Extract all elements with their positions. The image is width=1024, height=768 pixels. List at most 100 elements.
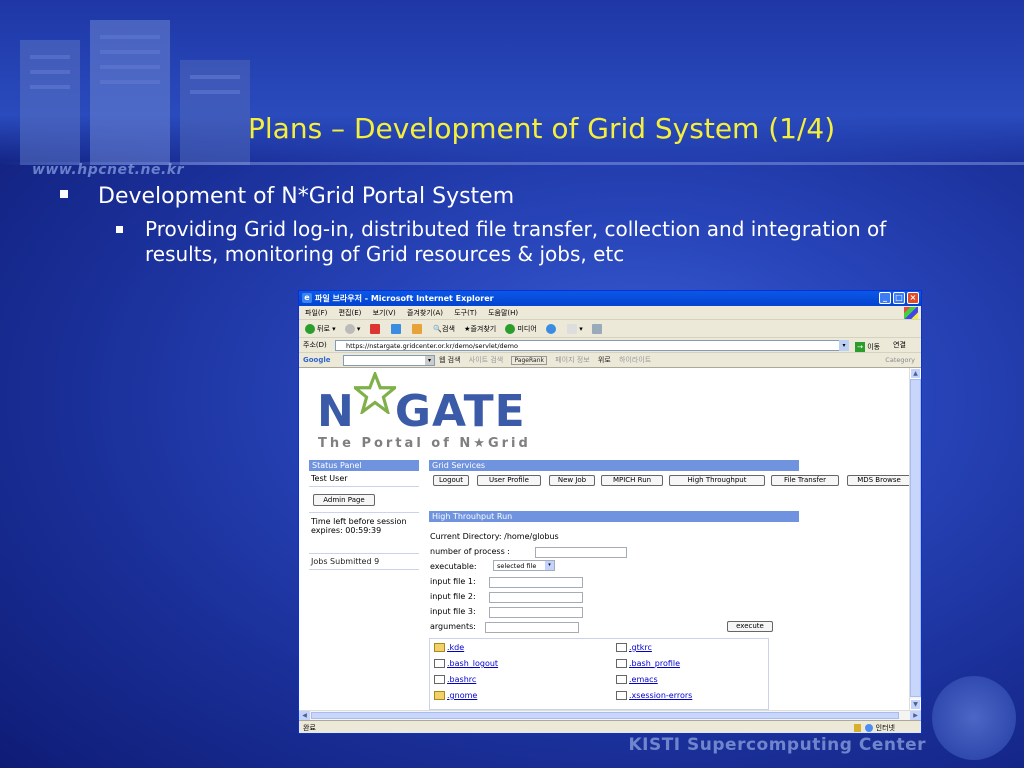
input-file-1-input[interactable] (489, 577, 583, 588)
google-search-input[interactable] (343, 355, 435, 366)
mpich-run-button[interactable]: MPICH Run (601, 475, 663, 486)
print-icon (592, 324, 602, 334)
file-list: .kde .gtkrc .bash_logout .bash_profile .… (429, 638, 769, 710)
menu-file[interactable]: 파일(F) (305, 309, 327, 317)
home-icon (412, 324, 423, 334)
mail-button[interactable]: ▾ (567, 324, 583, 334)
input-file-3-label: input file 3: (430, 607, 476, 616)
back-icon (305, 324, 315, 334)
back-button[interactable]: 뒤로 ▾ (305, 324, 336, 334)
google-pagerank[interactable]: PageRank (511, 356, 547, 365)
category-label[interactable]: Category (885, 353, 915, 368)
file-icon (616, 691, 627, 700)
address-dropdown-icon[interactable]: ▾ (839, 340, 849, 351)
high-throughput-button[interactable]: High Throughput (669, 475, 765, 486)
arguments-label: arguments: (430, 622, 476, 631)
google-page-info[interactable]: 페이지 정보 (555, 356, 589, 364)
security-zone: 인터넷 (853, 721, 895, 733)
input-file-2-input[interactable] (489, 592, 583, 603)
file-transfer-button[interactable]: File Transfer (771, 475, 839, 486)
new-job-button[interactable]: New Job (549, 475, 595, 486)
address-input[interactable]: https://nstargate.gridcenter.or.kr/demo/… (335, 340, 849, 351)
file-item[interactable]: .bash_logout (434, 659, 498, 668)
address-bar: 주소(D) https://nstargate.gridcenter.or.kr… (299, 338, 921, 353)
input-file-3-input[interactable] (489, 607, 583, 618)
num-process-input[interactable] (535, 547, 627, 558)
user-profile-button[interactable]: User Profile (477, 475, 541, 486)
toolbar: 뒤로 ▾ ▾ 🔍검색 ★즐겨찾기 미디어 ▾ (299, 320, 921, 338)
google-dropdown-icon[interactable]: ▾ (425, 356, 434, 365)
status-panel-user: Test User (311, 474, 348, 483)
logout-button[interactable]: Logout (433, 475, 469, 486)
media-button[interactable]: 미디어 (505, 324, 537, 334)
divider (309, 486, 419, 487)
file-item[interactable]: .kde (434, 643, 464, 652)
browser-titlebar[interactable]: e 파일 브라우저 - Microsoft Internet Explorer … (299, 291, 921, 306)
close-button[interactable]: × (907, 292, 919, 304)
menu-favorites[interactable]: 즐겨찾기(A) (407, 309, 443, 317)
file-item[interactable]: .bash_profile (616, 659, 680, 668)
windows-logo-icon (904, 307, 918, 319)
home-button[interactable] (412, 324, 424, 334)
forward-button[interactable]: ▾ (344, 324, 360, 334)
bullet-level1: Development of N*Grid Portal System (60, 184, 514, 209)
history-icon (546, 324, 557, 334)
menu-help[interactable]: 도움말(H) (488, 309, 518, 317)
execute-button[interactable]: execute (727, 621, 773, 632)
vertical-scrollbar[interactable]: ▲ ▼ (909, 368, 921, 710)
file-item[interactable]: .xsession-errors (616, 691, 692, 700)
chevron-down-icon: ▾ (545, 561, 554, 570)
minimize-button[interactable]: _ (879, 292, 891, 304)
history-button[interactable] (546, 324, 558, 334)
scroll-thumb[interactable] (311, 712, 899, 719)
google-web-search[interactable]: 웹 검색 (439, 356, 461, 364)
scroll-thumb[interactable] (910, 379, 921, 697)
file-item[interactable]: .emacs (616, 675, 658, 684)
ie-icon: e (302, 293, 312, 303)
jobs-submitted: Jobs Submitted 9 (311, 557, 380, 566)
mail-icon (567, 324, 578, 334)
go-arrow-icon: → (855, 342, 865, 352)
stop-button[interactable] (369, 324, 382, 334)
file-item[interactable]: .gnome (434, 691, 477, 700)
slide-title: Plans – Development of Grid System (1/4) (248, 112, 836, 145)
google-site-search[interactable]: 사이트 검색 (469, 356, 503, 364)
admin-page-button[interactable]: Admin Page (313, 494, 375, 506)
status-text: 완료 (303, 724, 316, 732)
scroll-down-icon[interactable]: ▼ (910, 699, 921, 710)
status-bar: 완료 인터넷 (299, 720, 921, 733)
site-watermark: www.hpcnet.ne.kr (32, 162, 184, 178)
file-item[interactable]: .bashrc (434, 675, 476, 684)
globe-icon (864, 724, 873, 732)
horizontal-scrollbar[interactable]: ◀ ▶ (299, 710, 921, 720)
kisti-seal-logo (932, 676, 1016, 760)
refresh-button[interactable] (390, 324, 403, 334)
menu-tools[interactable]: 도구(T) (454, 309, 477, 317)
mds-browse-button[interactable]: MDS Browse (847, 475, 909, 486)
menu-edit[interactable]: 편집(E) (339, 309, 362, 317)
google-highlight[interactable]: 하이라이트 (619, 356, 651, 364)
executable-select[interactable]: selected file ▾ (493, 560, 555, 571)
file-item[interactable]: .gtkrc (616, 643, 652, 652)
input-file-2-label: input file 2: (430, 592, 476, 601)
ngate-logo-subtitle: The Portal of N★Grid (318, 436, 531, 451)
print-button[interactable] (592, 324, 604, 334)
bullet-marker (116, 226, 123, 233)
google-up[interactable]: 위로 (598, 356, 611, 364)
ngate-logo-text: N GATE (317, 386, 526, 437)
file-icon (616, 643, 627, 652)
scroll-left-icon[interactable]: ◀ (299, 711, 310, 720)
maximize-button[interactable]: □ (893, 292, 905, 304)
divider (309, 569, 419, 570)
scroll-right-icon[interactable]: ▶ (910, 711, 921, 720)
browser-title: 파일 브라우저 - Microsoft Internet Explorer (315, 294, 494, 303)
search-button[interactable]: 🔍검색 (433, 325, 455, 333)
file-icon (616, 659, 627, 668)
links-label[interactable]: 연결 (893, 338, 906, 353)
bullet-level2-text: Providing Grid log-in, distributed file … (145, 217, 887, 266)
scroll-up-icon[interactable]: ▲ (910, 368, 921, 379)
favorites-button[interactable]: ★즐겨찾기 (464, 325, 496, 333)
executable-label: executable: (430, 562, 477, 571)
arguments-input[interactable] (485, 622, 579, 633)
menu-view[interactable]: 보기(V) (373, 309, 396, 317)
